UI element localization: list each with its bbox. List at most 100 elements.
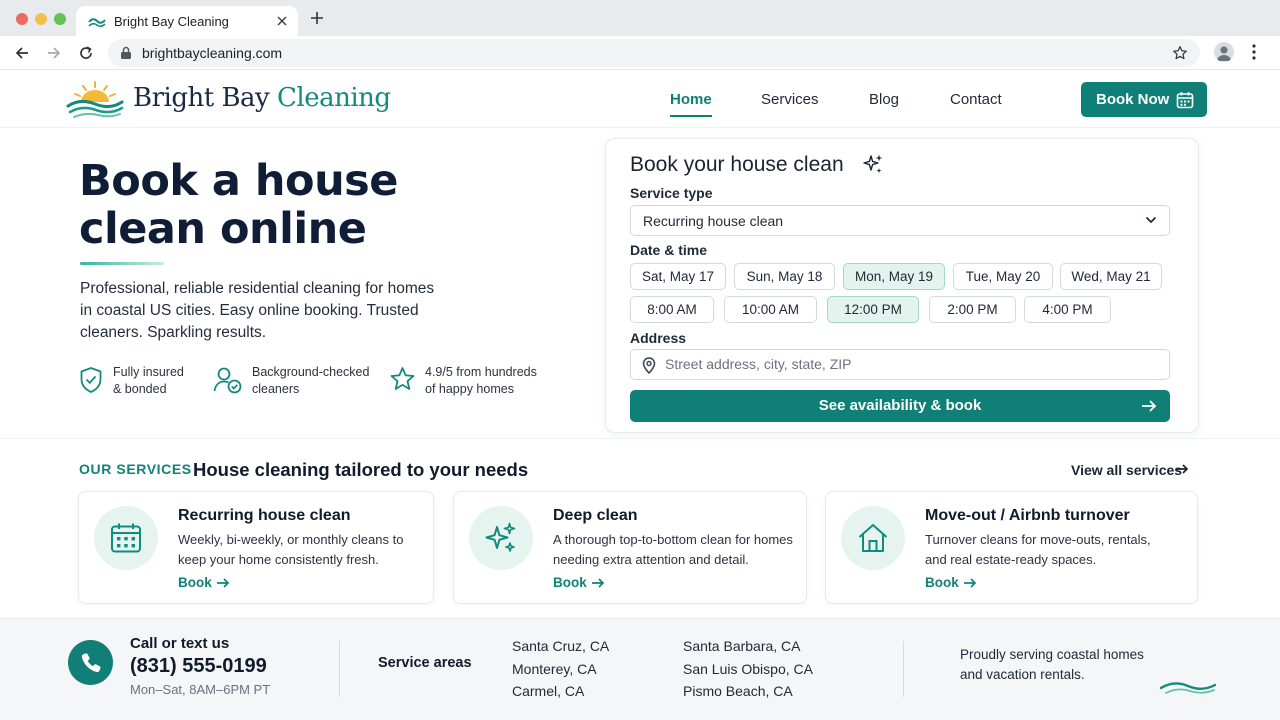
business-hours: Mon–Sat, 8AM–6PM PT: [130, 682, 271, 697]
lock-icon: [120, 46, 132, 60]
book-now-button[interactable]: Book Now: [1081, 82, 1207, 117]
time-chip-8am[interactable]: 8:00 AM: [630, 296, 714, 323]
url-field[interactable]: brightbaycleaning.com: [108, 39, 1200, 67]
service-book-link[interactable]: Book: [553, 575, 605, 590]
date-chip-mon-may-19[interactable]: Mon, May 19: [843, 263, 945, 290]
service-book-link[interactable]: Book: [178, 575, 230, 590]
date-chip-sat-may-17[interactable]: Sat, May 17: [630, 263, 726, 290]
nav-contact[interactable]: Contact: [950, 91, 1002, 108]
see-availability-button[interactable]: See availability & book: [630, 390, 1170, 422]
sparkle-icon: [485, 522, 516, 552]
hero-description: Professional, reliable residential clean…: [80, 280, 435, 341]
service-card-recurring[interactable]: Recurring house clean Weekly, bi-weekly,…: [78, 491, 434, 604]
service-areas-column-1: Santa Cruz, CA Monterey, CA Carmel, CA: [512, 635, 609, 703]
sun-wave-logo-icon[interactable]: [66, 80, 124, 118]
profile-avatar-icon[interactable]: [1214, 42, 1234, 62]
service-area-item: Carmel, CA: [512, 683, 585, 699]
calendar-icon: [1176, 92, 1194, 109]
user-check-icon: [213, 366, 243, 394]
arrow-right-icon: [217, 578, 230, 588]
brand-name-part2: Cleaning: [277, 83, 391, 113]
browser-menu-icon[interactable]: [1252, 44, 1256, 60]
feature-insured-line1: Fully insured: [113, 365, 184, 379]
shield-check-icon: [79, 366, 103, 394]
services-eyebrow: OUR SERVICES: [79, 461, 192, 477]
service-type-value: Recurring house clean: [643, 213, 784, 229]
nav-home[interactable]: Home: [670, 91, 712, 108]
service-type-select[interactable]: Recurring house clean: [630, 205, 1170, 236]
service-title: Move-out / Airbnb turnover: [925, 507, 1130, 524]
minimize-window-button[interactable]: [35, 13, 47, 25]
hero-title-line2: clean online: [79, 204, 367, 254]
book-now-label: Book Now: [1096, 91, 1170, 108]
nav-active-indicator: [670, 115, 712, 117]
feature-background-checked-text: Background-checked cleaners: [252, 364, 369, 397]
service-title: Recurring house clean: [178, 507, 351, 524]
close-window-button[interactable]: [16, 13, 28, 25]
service-book-label: Book: [178, 575, 212, 590]
hero-title-line1: Book a house: [79, 156, 398, 206]
house-icon: [858, 524, 888, 552]
address-input[interactable]: [665, 356, 1145, 372]
time-chip-12pm[interactable]: 12:00 PM: [827, 296, 919, 323]
date-chip-sun-may-18[interactable]: Sun, May 18: [734, 263, 835, 290]
nav-blog[interactable]: Blog: [869, 91, 899, 108]
time-chip-4pm[interactable]: 4:00 PM: [1024, 296, 1111, 323]
service-icon-circle: [841, 506, 905, 570]
arrow-right-icon: [964, 578, 977, 588]
service-card-deep-clean[interactable]: Deep clean A thorough top-to-bottom clea…: [453, 491, 807, 604]
service-icon-circle: [469, 506, 533, 570]
booking-card: Book your house clean Service type Recur…: [605, 138, 1199, 433]
close-tab-icon[interactable]: [276, 15, 288, 27]
section-divider: [0, 438, 1280, 439]
arrow-right-icon: [1142, 400, 1157, 412]
service-area-item: Pismo Beach, CA: [683, 683, 793, 699]
service-icon-circle: [94, 506, 158, 570]
new-tab-icon[interactable]: [310, 11, 324, 25]
maximize-window-button[interactable]: [54, 13, 66, 25]
browser-tab[interactable]: Bright Bay Cleaning: [76, 6, 298, 36]
service-book-label: Book: [553, 575, 587, 590]
map-pin-icon: [642, 357, 656, 374]
service-card-move-out[interactable]: Move-out / Airbnb turnover Turnover clea…: [825, 491, 1198, 604]
phone-icon-circle[interactable]: [68, 640, 113, 685]
time-chip-2pm[interactable]: 2:00 PM: [929, 296, 1016, 323]
reload-icon[interactable]: [78, 45, 94, 61]
phone-number[interactable]: (831) 555-0199: [130, 655, 267, 678]
forward-arrow-icon[interactable]: [46, 45, 62, 61]
feature-background-checked-line1: Background-checked: [252, 365, 370, 379]
call-label: Call or text us: [130, 635, 230, 652]
feature-background-checked-line2: cleaners: [252, 381, 300, 396]
calendar-icon: [111, 523, 141, 553]
back-arrow-icon[interactable]: [14, 45, 30, 61]
service-book-label: Book: [925, 575, 959, 590]
address-field-wrapper: [630, 349, 1170, 380]
time-chip-10am[interactable]: 10:00 AM: [724, 296, 817, 323]
brand-name[interactable]: Bright Bay Cleaning: [133, 83, 391, 113]
site-footer: Call or text us (831) 555-0199 Mon–Sat, …: [0, 618, 1280, 720]
view-all-services-link[interactable]: View all services: [1071, 462, 1189, 478]
footer-tagline: Proudly serving coastal homes and vacati…: [960, 647, 1144, 682]
url-text: brightbaycleaning.com: [142, 45, 283, 61]
see-availability-label: See availability & book: [818, 397, 982, 414]
date-chip-wed-may-21[interactable]: Wed, May 21: [1060, 263, 1162, 290]
wave-icon: [1160, 679, 1216, 695]
view-all-services-label: View all services: [1071, 462, 1183, 478]
feature-rating-text: 4.9/5 from hundreds of happy homes: [425, 364, 537, 397]
address-label: Address: [630, 330, 687, 346]
service-description: Weekly, bi-weekly, or monthly cleans to …: [178, 532, 404, 567]
bookmark-star-icon[interactable]: [1172, 45, 1188, 61]
service-book-link[interactable]: Book: [925, 575, 977, 590]
service-type-label: Service type: [630, 185, 713, 201]
hero-title: Book a house clean online: [79, 157, 499, 253]
chevron-down-icon: [1145, 216, 1157, 224]
nav-services[interactable]: Services: [761, 91, 819, 108]
browser-address-bar: brightbaycleaning.com: [0, 36, 1280, 70]
service-description: Turnover cleans for move-outs, rentals, …: [925, 532, 1151, 567]
footer-divider: [339, 641, 340, 697]
date-chip-tue-may-20[interactable]: Tue, May 20: [953, 263, 1053, 290]
booking-title: Book your house clean: [630, 153, 844, 176]
browser-tab-bar: Bright Bay Cleaning: [0, 0, 1280, 36]
service-description: A thorough top-to-bottom clean for homes…: [553, 532, 793, 567]
service-areas-label: Service areas: [378, 655, 472, 671]
